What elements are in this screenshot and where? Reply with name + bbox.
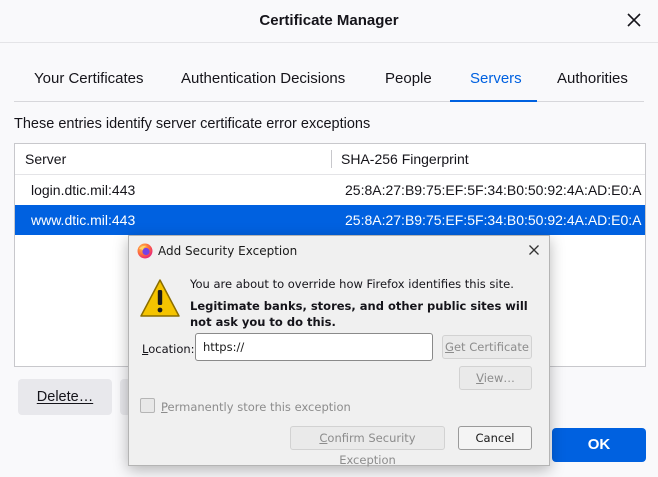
view-button[interactable]: View… — [459, 366, 532, 390]
tab-your-certificates[interactable]: Your Certificates — [34, 70, 144, 87]
delete-button-label: Delete… — [36, 389, 94, 405]
location-input[interactable] — [195, 333, 433, 361]
add-security-exception-dialog: Add Security Exception You are about to … — [128, 235, 550, 467]
fingerprint-cell: 25:8A:27:B9:75:EF:5F:34:B0:50:92:4A:AD:E… — [345, 212, 643, 228]
tab-authorities[interactable]: Authorities — [557, 70, 628, 87]
table-header: Server SHA-256 Fingerprint — [15, 144, 645, 175]
firefox-logo-icon — [137, 243, 153, 259]
title-bar: Certificate Manager — [0, 0, 658, 43]
column-header-server[interactable]: Server — [25, 151, 66, 167]
cancel-button[interactable]: Cancel — [458, 426, 532, 450]
dialog-message: You are about to override how Firefox id… — [190, 277, 514, 291]
server-cell: login.dtic.mil:443 — [31, 182, 136, 198]
fingerprint-cell: 25:8A:27:B9:75:EF:5F:34:B0:50:92:4A:AD:E… — [345, 182, 643, 198]
page-description: These entries identify server certificat… — [14, 116, 371, 132]
column-divider[interactable] — [331, 150, 332, 168]
window-title: Certificate Manager — [259, 12, 399, 29]
confirm-security-exception-button[interactable]: Confirm Security Exception — [290, 426, 445, 467]
dialog-title: Add Security Exception — [158, 244, 298, 258]
tab-servers[interactable]: Servers — [470, 70, 522, 87]
dialog-close-icon[interactable] — [526, 242, 542, 258]
close-icon[interactable] — [624, 10, 644, 30]
warning-icon — [140, 279, 180, 317]
permanent-store-label: Permanently store this exception — [161, 400, 351, 414]
tab-authentication-decisions[interactable]: Authentication Decisions — [181, 70, 345, 87]
dialog-warning-text: Legitimate banks, stores, and other publ… — [190, 299, 528, 329]
tab-bar: Your Certificates Authentication Decisio… — [14, 54, 644, 102]
delete-button[interactable]: Delete… — [18, 379, 112, 415]
table-row[interactable]: login.dtic.mil:443 25:8A:27:B9:75:EF:5F:… — [15, 175, 645, 205]
location-label: Location: — [142, 342, 195, 356]
table-row-selected[interactable]: www.dtic.mil:443 25:8A:27:B9:75:EF:5F:34… — [15, 205, 645, 235]
tab-people[interactable]: People — [385, 70, 432, 87]
column-header-fingerprint[interactable]: SHA-256 Fingerprint — [341, 151, 469, 167]
server-cell: www.dtic.mil:443 — [31, 212, 136, 228]
selected-tab-indicator — [450, 100, 537, 102]
get-certificate-button[interactable]: Get Certificate — [442, 335, 532, 359]
ok-button[interactable]: OK — [552, 428, 646, 462]
permanent-store-checkbox[interactable] — [140, 398, 155, 413]
